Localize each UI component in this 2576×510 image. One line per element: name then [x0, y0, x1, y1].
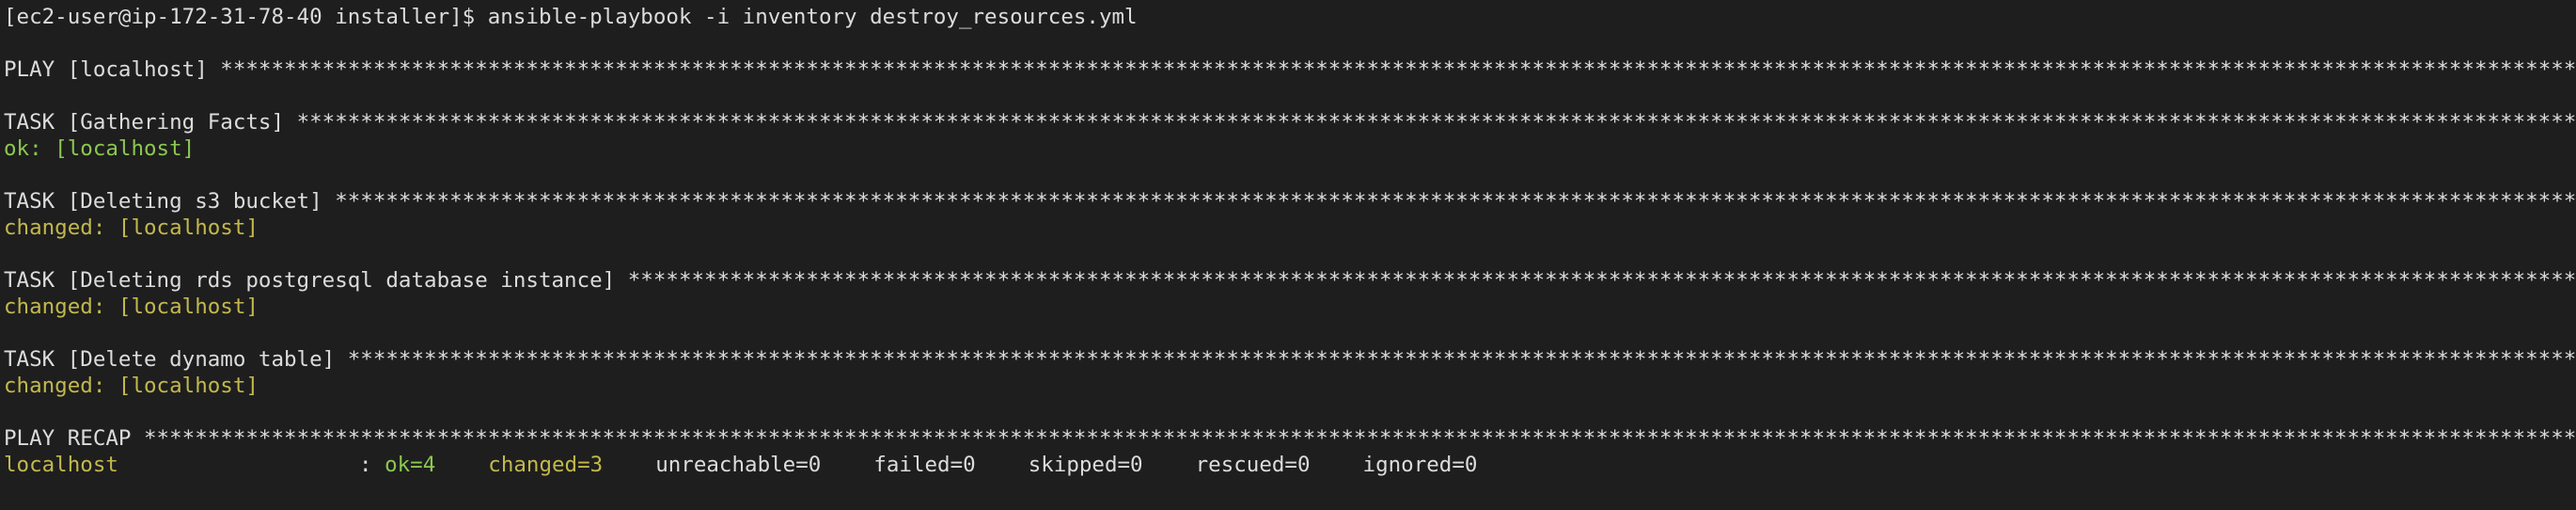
play-header: PLAY [localhost] [4, 57, 221, 82]
task-header-line: TASK [Delete dynamo table] *************… [4, 346, 2576, 373]
play-header-line: PLAY [localhost] ***********************… [4, 56, 2576, 83]
shell-prompt-command: [ec2-user@ip-172-31-78-40 installer]$ an… [4, 5, 1138, 29]
separator-stars: ****************************************… [627, 268, 2576, 293]
recap-ok: ok=4 [385, 453, 436, 477]
separator-stars: ****************************************… [347, 347, 2576, 372]
recap-stats-line: localhost: ok=4 changed=3 unreachable=0 fai… [4, 452, 2576, 478]
recap-failed: failed=0 [873, 453, 976, 477]
command-line: [ec2-user@ip-172-31-78-40 installer]$ an… [4, 4, 2576, 30]
task-result-line: changed: [localhost] [4, 373, 2576, 399]
recap-unreachable: unreachable=0 [655, 453, 822, 477]
task-header: TASK [Delete dynamo table] [4, 347, 348, 372]
recap-rescued: rescued=0 [1195, 453, 1311, 477]
recap-changed: changed=3 [488, 453, 604, 477]
recap-separator: : [359, 453, 385, 477]
recap-header-line: PLAY RECAP *****************************… [4, 425, 2576, 452]
terminal-window[interactable]: [ec2-user@ip-172-31-78-40 installer]$ an… [0, 0, 2576, 510]
task-header: TASK [Deleting rds postgresql database i… [4, 268, 628, 293]
task-header-line: TASK [Deleting rds postgresql database i… [4, 267, 2576, 294]
separator-stars: ****************************************… [144, 426, 2576, 451]
task-header-line: TASK [Deleting s3 bucket] **************… [4, 188, 2576, 215]
recap-header: PLAY RECAP [4, 426, 145, 451]
task-result-ok: ok: [localhost] [4, 136, 196, 161]
separator-stars: ****************************************… [220, 57, 2576, 82]
task-header-line: TASK [Gathering Facts] *****************… [4, 109, 2576, 135]
task-header: TASK [Gathering Facts] [4, 110, 297, 135]
task-result-changed: changed: [localhost] [4, 215, 259, 240]
task-result-line: ok: [localhost] [4, 135, 2576, 162]
separator-stars: ****************************************… [296, 110, 2576, 135]
recap-skipped: skipped=0 [1028, 453, 1143, 477]
recap-ignored: ignored=0 [1362, 453, 1478, 477]
task-result-line: changed: [localhost] [4, 215, 2576, 241]
task-header: TASK [Deleting s3 bucket] [4, 189, 336, 214]
task-result-line: changed: [localhost] [4, 294, 2576, 320]
task-result-changed: changed: [localhost] [4, 295, 259, 319]
recap-host: localhost [4, 453, 118, 477]
separator-stars: ****************************************… [335, 189, 2576, 214]
task-result-changed: changed: [localhost] [4, 374, 259, 398]
